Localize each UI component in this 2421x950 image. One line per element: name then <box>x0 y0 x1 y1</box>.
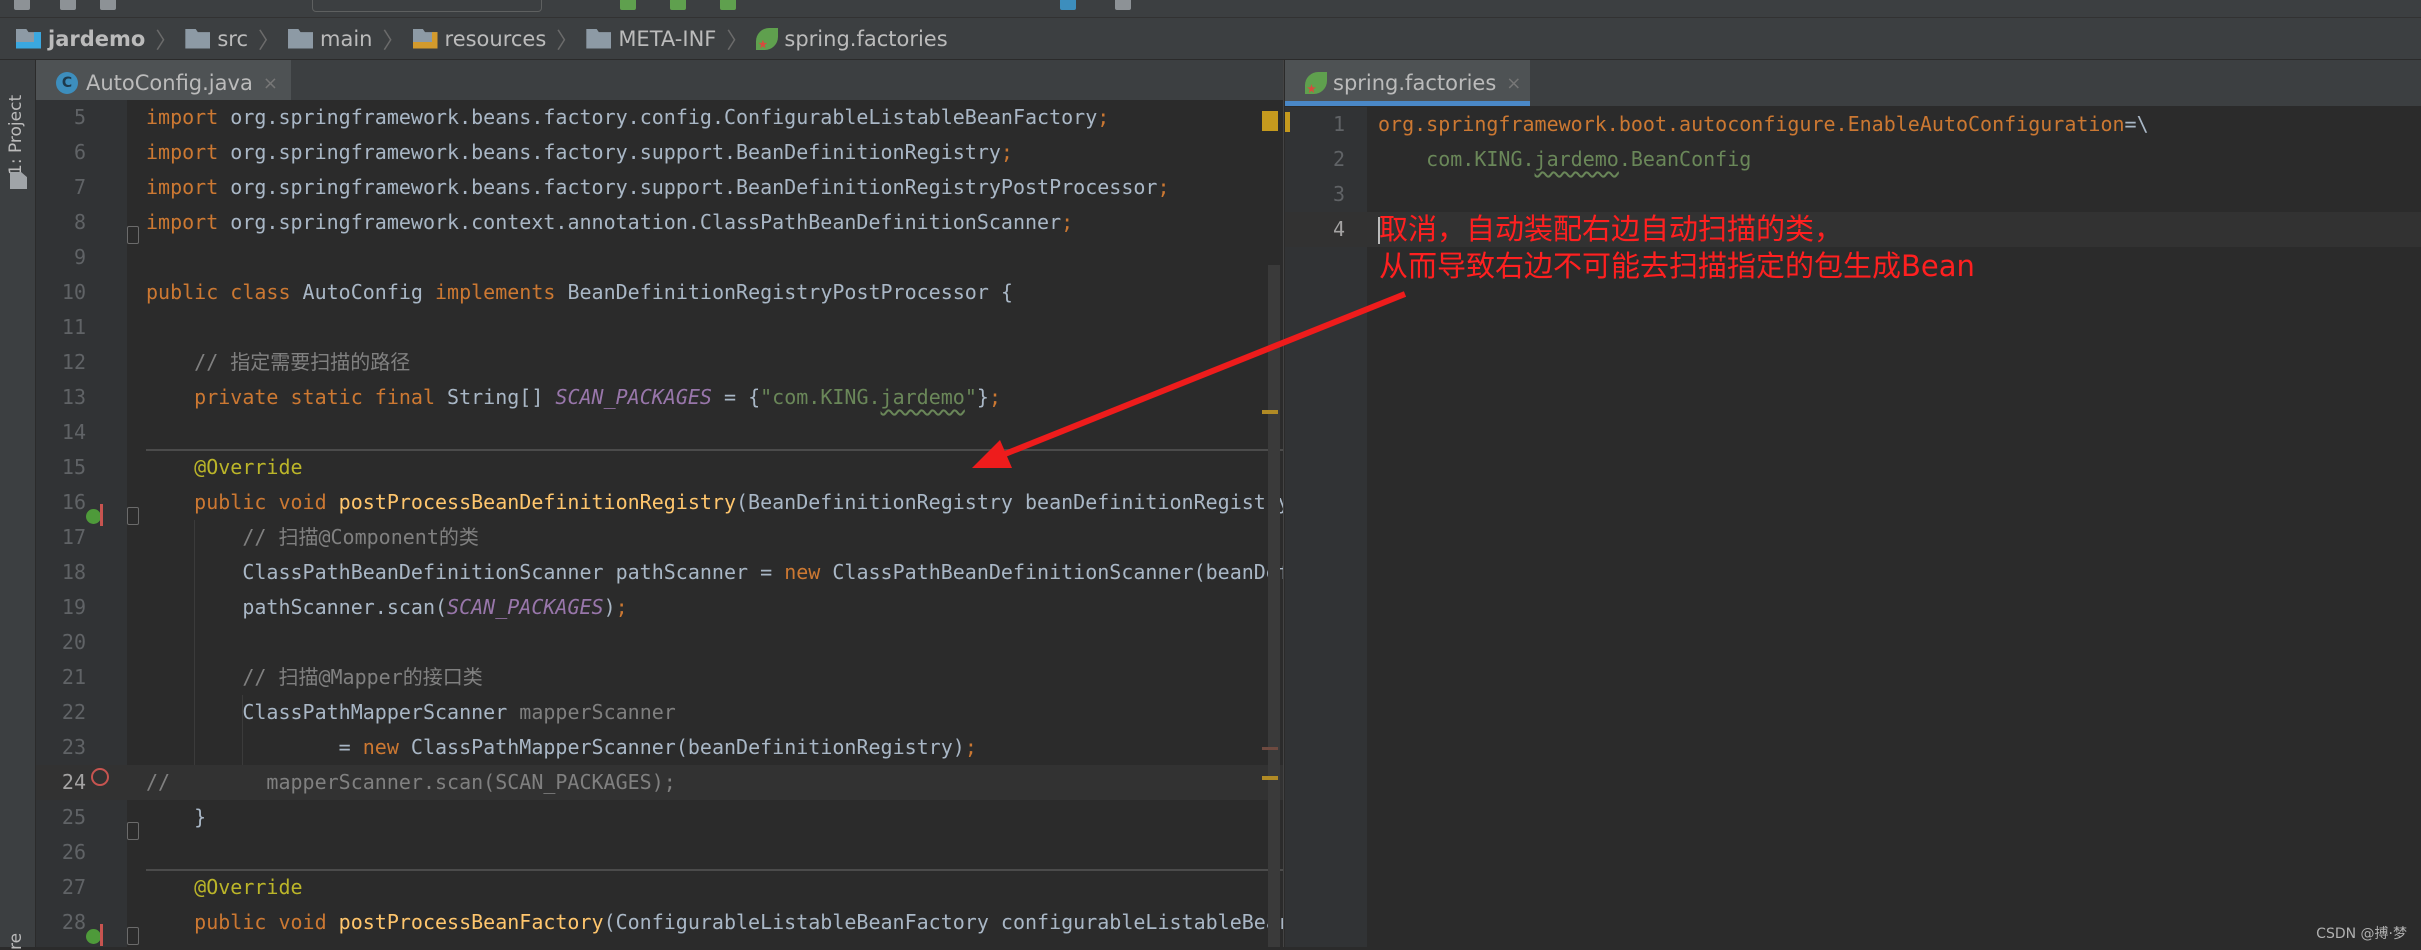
arrow-head-icon <box>972 440 1012 468</box>
annotation-arrow <box>972 291 1407 468</box>
arrow-shaft <box>993 291 1407 461</box>
